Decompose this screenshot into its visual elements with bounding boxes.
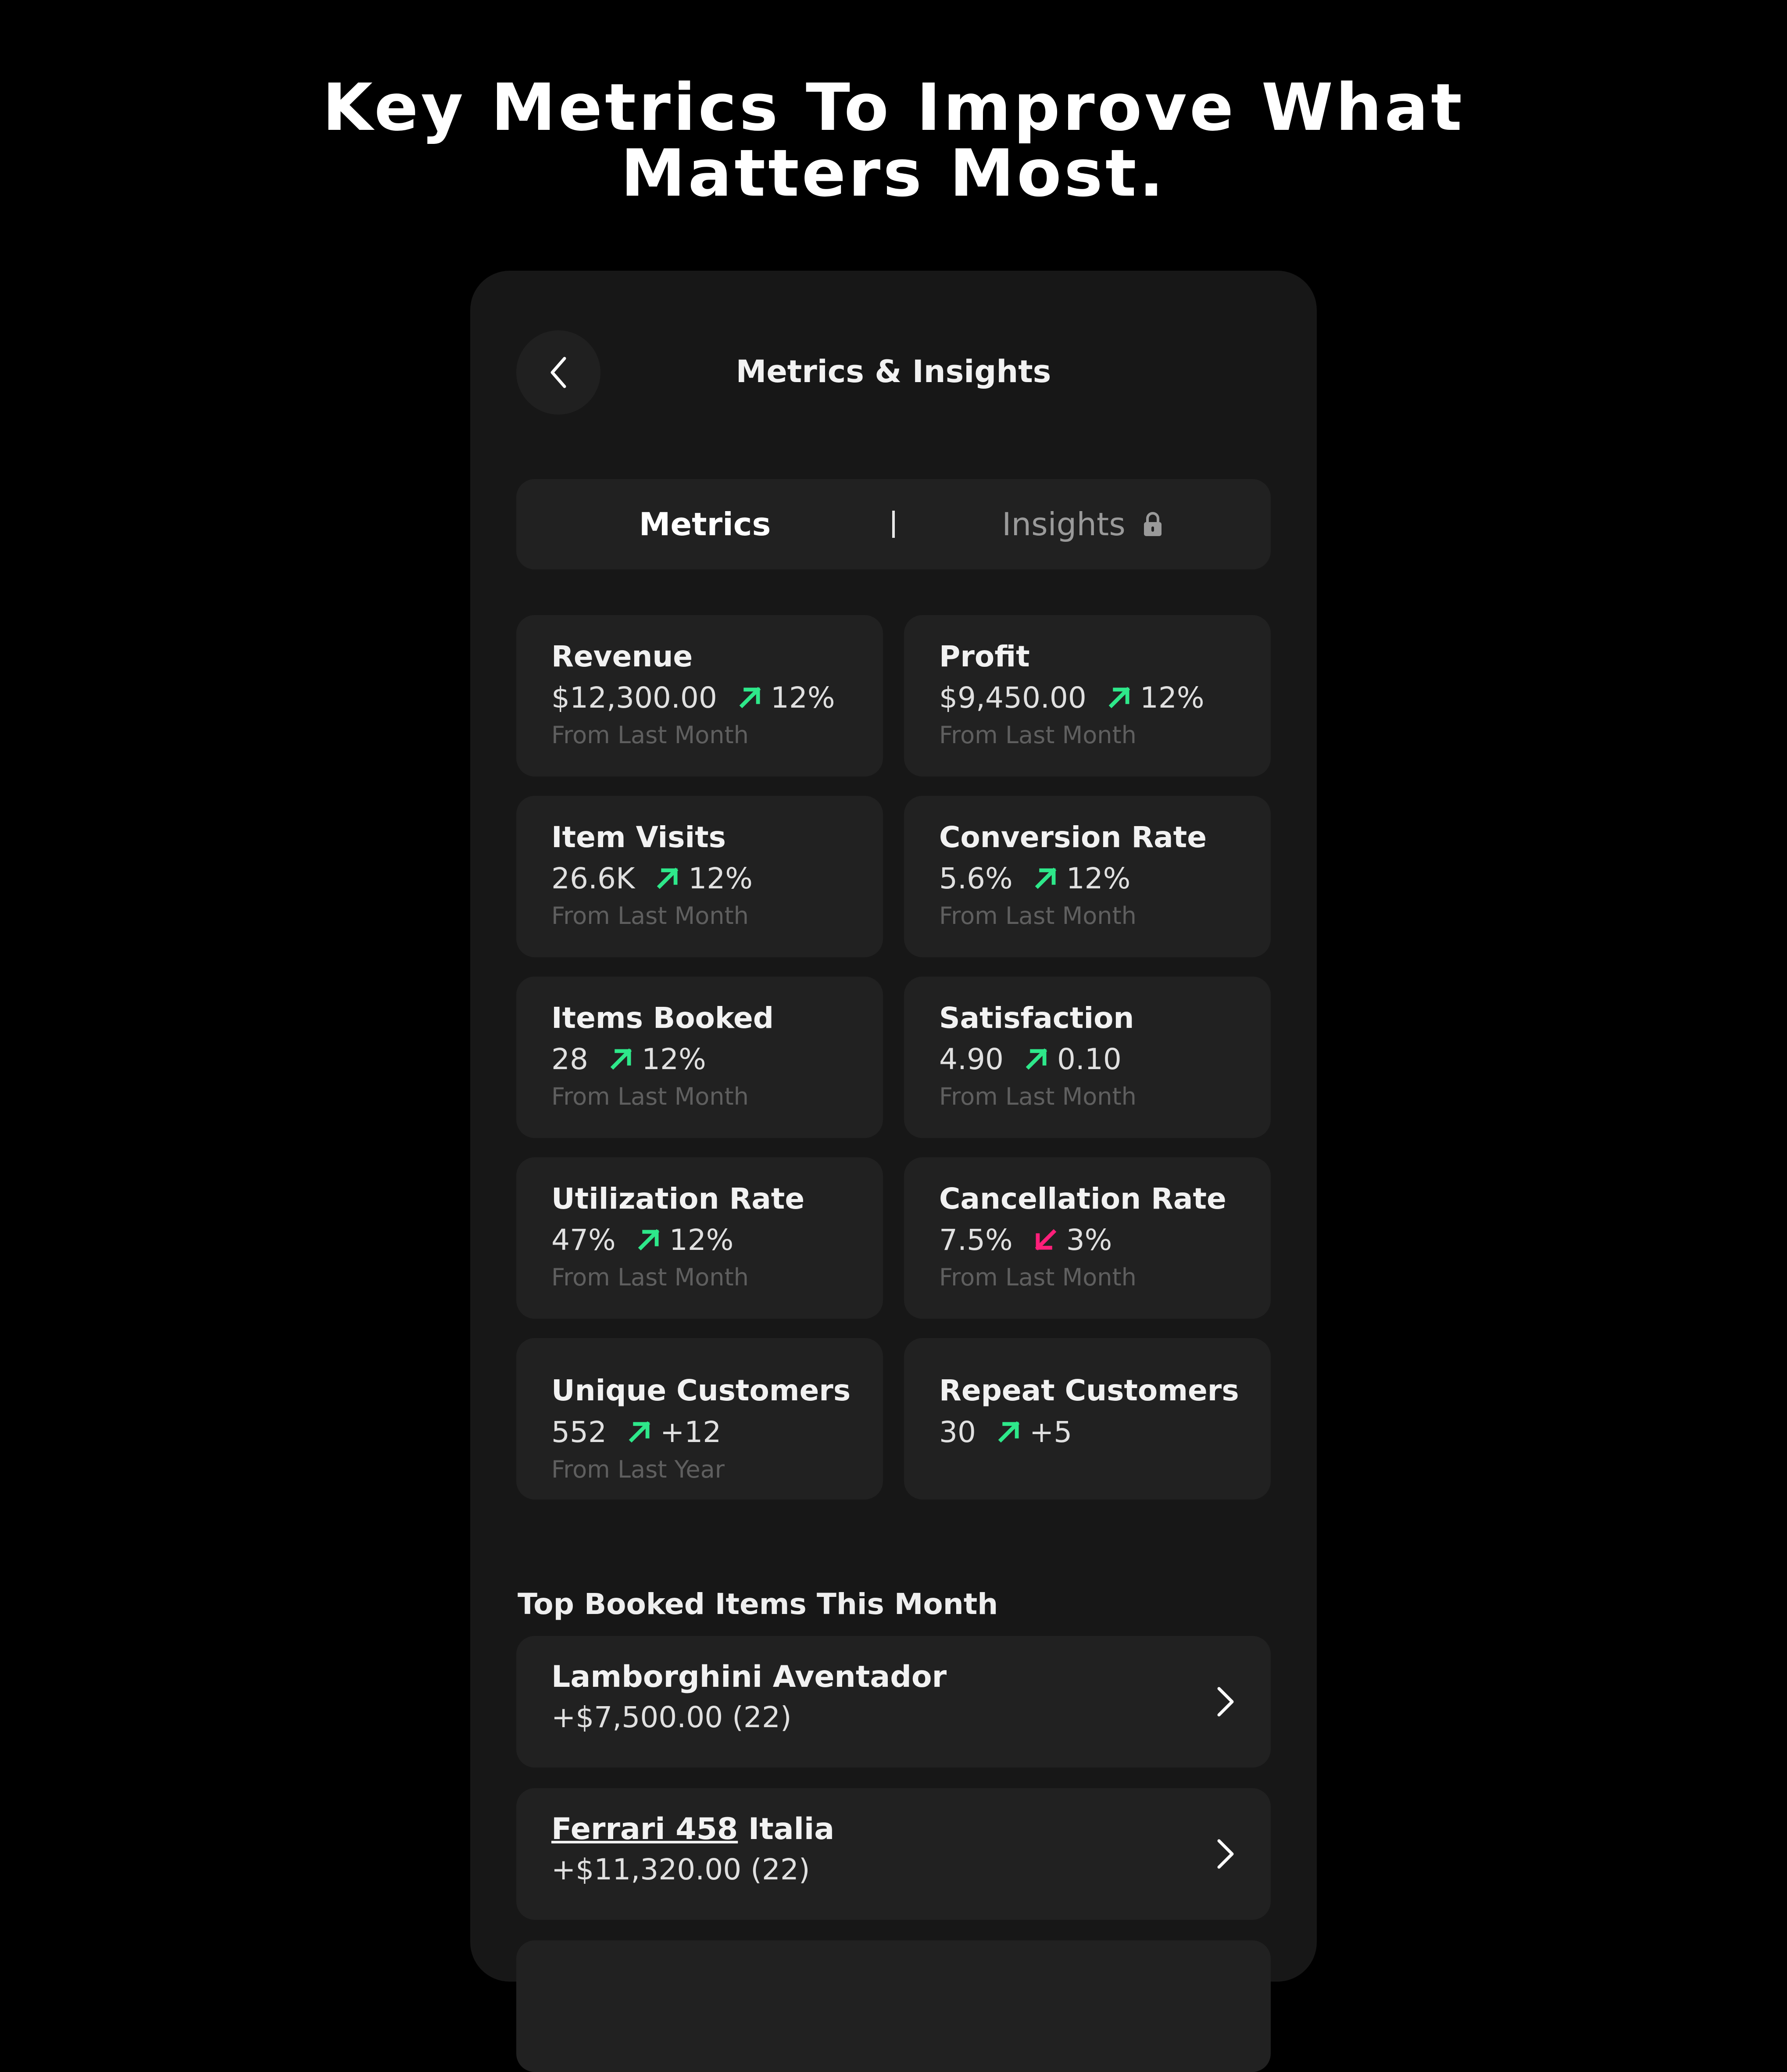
chevron-right-icon <box>1217 1839 1234 1869</box>
metric-change: 12% <box>1066 861 1131 895</box>
trend-up-icon <box>638 1229 659 1251</box>
metric-card-utilization-rate[interactable]: Utilization Rate 47% 12% From Last Month <box>516 1157 883 1319</box>
metric-title: Satisfaction <box>939 1001 1134 1035</box>
tab-metrics-label: Metrics <box>639 506 771 543</box>
chevron-right-icon <box>1217 1687 1234 1717</box>
metric-title: Conversion Rate <box>939 820 1207 854</box>
trend-up-icon <box>610 1048 632 1070</box>
metric-card-satisfaction[interactable]: Satisfaction 4.90 0.10 From Last Month <box>904 977 1271 1138</box>
metric-title: Unique Customers <box>551 1374 851 1407</box>
metric-change: +5 <box>1029 1415 1072 1449</box>
item-value: +$7,500.00 (22) <box>551 1700 792 1734</box>
metric-value: 28 <box>551 1042 588 1076</box>
metric-period: From Last Month <box>939 1083 1137 1110</box>
metric-value: 4.90 <box>939 1042 1004 1076</box>
trend-up-icon <box>739 687 761 709</box>
metric-period: From Last Month <box>551 1083 749 1110</box>
metric-value-row: $9,450.00 12% <box>939 679 1204 716</box>
trend-down-icon <box>1035 1229 1056 1251</box>
item-name: Ferrari 458 Italia <box>551 1811 834 1848</box>
trend-up-icon <box>998 1421 1020 1443</box>
metric-card-cancellation-rate[interactable]: Cancellation Rate 7.5% 3% From Last Mont… <box>904 1157 1271 1319</box>
top-item-row[interactable]: Ferrari 458 Italia +$11,320.00 (22) <box>516 1788 1271 1920</box>
metric-period: From Last Year <box>551 1456 725 1483</box>
metric-period: From Last Month <box>939 721 1137 749</box>
metric-title: Revenue <box>551 640 693 673</box>
top-booked-items-title: Top Booked Items This Month <box>518 1587 998 1621</box>
metric-card-repeat-customers[interactable]: Repeat Customers 30 +5 <box>904 1338 1271 1499</box>
metric-title: Item Visits <box>551 820 726 854</box>
metric-card-conversion-rate[interactable]: Conversion Rate 5.6% 12% From Last Month <box>904 796 1271 957</box>
metric-title: Repeat Customers <box>939 1374 1239 1407</box>
item-name-link[interactable]: Ferrari 458 <box>551 1812 738 1847</box>
metric-change: 3% <box>1066 1223 1112 1257</box>
screen-title: Metrics & Insights <box>736 354 1051 390</box>
metric-value: 30 <box>939 1415 976 1449</box>
metric-period: From Last Month <box>551 721 749 749</box>
item-value: +$11,320.00 (22) <box>551 1853 810 1886</box>
metric-title: Cancellation Rate <box>939 1182 1226 1216</box>
back-button[interactable] <box>516 330 600 415</box>
tab-bar: Metrics Insights <box>516 479 1271 569</box>
tab-metrics[interactable]: Metrics <box>516 479 894 569</box>
metric-value-row: $12,300.00 12% <box>551 679 835 716</box>
metric-value-row: 4.90 0.10 <box>939 1041 1122 1077</box>
metric-change: 12% <box>688 861 753 895</box>
metric-value: 5.6% <box>939 861 1013 895</box>
trend-up-icon <box>1108 687 1130 709</box>
metric-change: 12% <box>669 1223 734 1257</box>
metric-change: 0.10 <box>1057 1042 1122 1076</box>
trend-up-icon <box>657 867 679 889</box>
metric-value: $12,300.00 <box>551 680 717 715</box>
metric-value-row: 5.6% 12% <box>939 860 1130 897</box>
trend-up-icon <box>1035 867 1056 889</box>
tab-insights-label: Insights <box>1002 506 1126 543</box>
metric-period: From Last Month <box>551 1263 749 1291</box>
chevron-left-icon <box>550 357 566 388</box>
top-item-row[interactable]: Lamborghini Aventador +$7,500.00 (22) <box>516 1636 1271 1768</box>
top-item-row-partial[interactable] <box>516 1940 1271 2072</box>
metric-period: From Last Month <box>939 902 1137 930</box>
metric-title: Items Booked <box>551 1001 774 1035</box>
metric-card-profit[interactable]: Profit $9,450.00 12% From Last Month <box>904 615 1271 777</box>
metric-card-items-booked[interactable]: Items Booked 28 12% From Last Month <box>516 977 883 1138</box>
metric-change: 12% <box>1140 680 1204 715</box>
metric-change: 12% <box>641 1042 706 1076</box>
item-name: Lamborghini Aventador <box>551 1660 947 1694</box>
metric-value-row: 7.5% 3% <box>939 1221 1112 1258</box>
phone-screen: Metrics & Insights Metrics Insights Reve… <box>470 271 1317 2072</box>
metric-card-unique-customers[interactable]: Unique Customers 552 +12 From Last Year <box>516 1338 883 1499</box>
metric-value: $9,450.00 <box>939 680 1086 715</box>
metric-change: +12 <box>660 1415 722 1449</box>
metric-card-revenue[interactable]: Revenue $12,300.00 12% From Last Month <box>516 615 883 777</box>
metric-value-row: 28 12% <box>551 1041 706 1077</box>
headline-line-2: Matters Most. <box>621 136 1166 211</box>
metric-value: 552 <box>551 1415 607 1449</box>
metric-period: From Last Month <box>551 902 749 930</box>
metric-value: 26.6K <box>551 861 635 895</box>
trend-up-icon <box>629 1421 650 1443</box>
headline: Key Metrics To Improve What Matters Most… <box>0 75 1787 206</box>
trend-up-icon <box>1026 1048 1047 1070</box>
headline-line-1: Key Metrics To Improve What <box>322 70 1465 145</box>
metric-value-row: 26.6K 12% <box>551 860 753 897</box>
metric-value-row: 30 +5 <box>939 1414 1072 1450</box>
metric-value: 7.5% <box>939 1223 1013 1257</box>
metric-value: 47% <box>551 1223 616 1257</box>
metric-value-row: 552 +12 <box>551 1414 721 1450</box>
metric-value-row: 47% 12% <box>551 1221 733 1258</box>
tab-insights[interactable]: Insights <box>894 479 1271 569</box>
metric-change: 12% <box>770 680 835 715</box>
metric-title: Utilization Rate <box>551 1182 805 1216</box>
metric-title: Profit <box>939 640 1030 673</box>
metric-period: From Last Month <box>939 1263 1137 1291</box>
item-name-rest: Italia <box>738 1812 835 1847</box>
metric-card-item-visits[interactable]: Item Visits 26.6K 12% From Last Month <box>516 796 883 957</box>
lock-icon <box>1144 512 1162 536</box>
